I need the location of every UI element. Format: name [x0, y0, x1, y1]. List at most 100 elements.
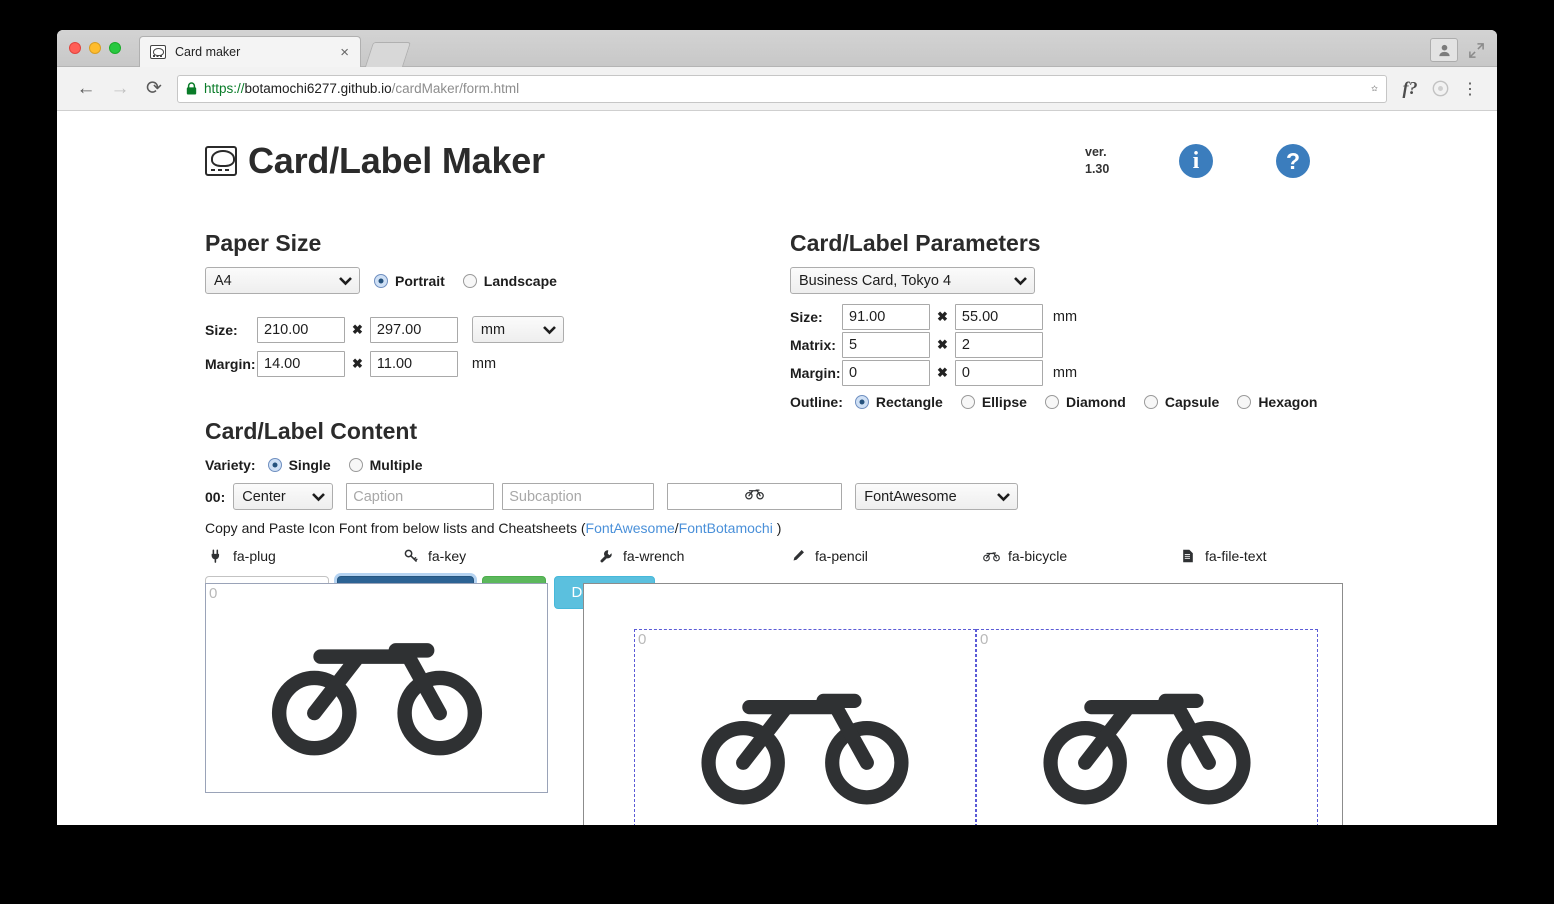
paper-margin-unit: mm — [471, 356, 497, 372]
paper-preset-select-wrap: A4 — [205, 267, 360, 294]
version-number: 1.30 — [1085, 161, 1110, 176]
info-icon[interactable]: i — [1179, 144, 1213, 178]
browser-menu-button[interactable]: ⋮ — [1455, 74, 1485, 104]
card-content-section: Card/Label Content Variety: Single Multi… — [205, 418, 1385, 609]
card-preset-select[interactable]: Business Card, Tokyo 4 — [790, 267, 1035, 294]
paper-margin-label: Margin: — [205, 356, 256, 372]
orientation-portrait[interactable]: Portrait — [374, 273, 445, 289]
fullscreen-icon[interactable] — [1468, 42, 1485, 59]
caption-input[interactable] — [346, 483, 495, 510]
variety-multiple[interactable]: Multiple — [348, 457, 423, 473]
single-label: Single — [288, 457, 331, 473]
card-margin-height-input[interactable] — [954, 360, 1043, 386]
icon-entry-wrench[interactable]: fa-wrench — [595, 548, 787, 564]
paper-size-height-input[interactable] — [369, 316, 458, 343]
page-content: Card/Label Maker ver. 1.30 i ? Paper Siz… — [57, 112, 1497, 825]
pencil-icon — [787, 549, 809, 563]
content-row-index: 00: — [205, 488, 226, 505]
close-window-button[interactable] — [69, 42, 81, 54]
paper-preset-select[interactable]: A4 — [205, 267, 360, 294]
card-preview-bicycle-icon — [206, 584, 547, 792]
bookmark-star-icon[interactable] — [1363, 81, 1378, 96]
icon-name-file-text: fa-file-text — [1205, 548, 1267, 564]
icon-entry-key[interactable]: fa-key — [400, 548, 595, 564]
close-tab-icon[interactable]: × — [337, 45, 352, 60]
outline-hexagon[interactable]: Hexagon — [1237, 394, 1317, 410]
preview-area: 0 0 0 — [205, 583, 1497, 825]
paper-margin-row: Margin: ✖ mm — [205, 351, 765, 377]
icon-entry-file-text[interactable]: fa-file-text — [1177, 548, 1266, 564]
subcaption-input[interactable] — [502, 483, 655, 510]
maximize-window-button[interactable] — [109, 42, 121, 54]
outline-diamond[interactable]: Diamond — [1044, 394, 1126, 410]
outline-capsule[interactable]: Capsule — [1143, 394, 1219, 410]
paper-cell: 0 — [976, 629, 1318, 825]
card-size-multiply-symbol: ✖ — [937, 309, 948, 324]
version-block: ver. 1.30 — [1085, 144, 1109, 178]
minimize-window-button[interactable] — [89, 42, 101, 54]
key-icon — [400, 549, 422, 563]
paper-margin-width-input[interactable] — [257, 351, 345, 377]
card-size-unit: mm — [1052, 309, 1078, 325]
version-label: ver. — [1085, 145, 1107, 159]
hexagon-radio[interactable] — [1237, 395, 1252, 409]
card-margin-width-input[interactable] — [842, 360, 930, 386]
card-content-heading: Card/Label Content — [205, 418, 418, 444]
single-radio[interactable] — [267, 458, 282, 472]
card-margin-unit: mm — [1052, 365, 1078, 381]
browser-toolbar: ← → ⟳ https://botamochi6277.github.io/ca… — [57, 67, 1497, 111]
profile-avatar-button[interactable] — [1430, 38, 1458, 62]
card-matrix-cols-input[interactable] — [842, 332, 930, 358]
window-traffic-lights — [69, 42, 121, 54]
outline-ellipse[interactable]: Ellipse — [960, 394, 1027, 410]
diamond-radio[interactable] — [1044, 395, 1059, 409]
ellipse-radio[interactable] — [960, 395, 975, 409]
fontawesome-link[interactable]: FontAwesome — [586, 520, 675, 536]
extension-button[interactable]: f? — [1395, 74, 1425, 104]
capsule-radio[interactable] — [1143, 395, 1158, 409]
forward-button[interactable]: → — [103, 74, 137, 104]
icon-entry-pencil[interactable]: fa-pencil — [787, 548, 980, 564]
variety-single[interactable]: Single — [267, 457, 331, 473]
card-margin-multiply-symbol: ✖ — [937, 365, 948, 380]
icon-entry-plug[interactable]: fa-plug — [205, 548, 400, 564]
extension-circle-icon[interactable] — [1425, 74, 1455, 104]
new-tab-button[interactable] — [364, 42, 412, 67]
font-select[interactable]: FontAwesome — [855, 483, 1019, 510]
browser-tab[interactable]: Card maker × — [139, 36, 361, 67]
icon-input[interactable] — [667, 483, 843, 510]
address-bar[interactable]: https://botamochi6277.github.io/cardMake… — [177, 74, 1387, 103]
landscape-radio[interactable] — [462, 273, 477, 288]
orientation-landscape[interactable]: Landscape — [462, 272, 557, 289]
variety-radio-group: Single Multiple — [267, 457, 441, 473]
icon-name-bicycle: fa-bicycle — [1008, 548, 1068, 564]
outline-row: Outline: Rectangle Ellipse Diamond Capsu… — [790, 394, 1390, 410]
orientation-radio-group: Portrait Landscape — [374, 273, 575, 289]
paper-margin-height-input[interactable] — [369, 351, 458, 377]
hexagon-label: Hexagon — [1258, 394, 1318, 410]
paper-unit-select-wrap: mm — [471, 316, 564, 343]
landscape-label: Landscape — [483, 272, 557, 289]
multiple-radio[interactable] — [348, 458, 363, 472]
outline-rectangle[interactable]: Rectangle — [854, 394, 943, 410]
card-size-width-input[interactable] — [842, 304, 930, 330]
file-text-icon — [1177, 549, 1199, 563]
reload-button[interactable]: ⟳ — [137, 74, 171, 104]
card-size-height-input[interactable] — [954, 304, 1043, 330]
cell-bicycle-icon — [635, 630, 975, 825]
paper-size-width-input[interactable] — [257, 316, 345, 343]
paper-unit-select[interactable]: mm — [471, 316, 564, 343]
help-icon[interactable]: ? — [1276, 144, 1310, 178]
icon-entry-bicycle[interactable]: fa-bicycle — [980, 548, 1177, 564]
margin-multiply-symbol: ✖ — [352, 356, 363, 371]
fontbotamochi-link[interactable]: FontBotamochi — [679, 520, 773, 536]
card-matrix-rows-input[interactable] — [954, 332, 1043, 358]
icon-name-key: fa-key — [428, 548, 467, 564]
rectangle-radio[interactable] — [854, 395, 869, 409]
back-button[interactable]: ← — [69, 74, 103, 104]
portrait-radio[interactable] — [374, 273, 388, 288]
variety-label: Variety: — [205, 457, 256, 473]
card-preview-panel: 0 — [205, 583, 548, 793]
align-select[interactable]: Center — [233, 483, 334, 510]
card-parameters-section: Card/Label Parameters Business Card, Tok… — [790, 230, 1390, 410]
